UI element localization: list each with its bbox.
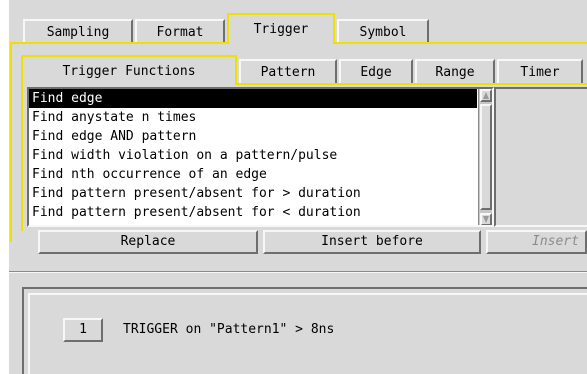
sequence-step-text[interactable]: TRIGGER on "Pattern1" > 8ns xyxy=(123,320,334,340)
list-item[interactable]: Find pattern present/absent for > durati… xyxy=(29,184,477,203)
scroll-thumb[interactable] xyxy=(480,104,492,210)
functions-listbox[interactable]: Find edge Find anystate n times Find edg… xyxy=(27,87,494,227)
tab-pattern[interactable]: Pattern xyxy=(239,59,337,85)
replace-button-label: Replace xyxy=(120,234,176,249)
tab-symbol-label: Symbol xyxy=(359,25,407,40)
list-item[interactable]: Find nth occurrence of an edge xyxy=(29,165,477,184)
tab-sampling[interactable]: Sampling xyxy=(23,19,133,44)
tab-format[interactable]: Format xyxy=(135,19,225,44)
sequence-step-number: 1 xyxy=(79,322,87,337)
insert-before-button[interactable]: Insert before xyxy=(263,230,481,254)
tab-trigger-functions-label: Trigger Functions xyxy=(62,64,196,79)
tab-trigger-functions[interactable]: Trigger Functions xyxy=(21,55,237,85)
list-item[interactable]: Find anystate n times xyxy=(29,108,477,127)
divider xyxy=(9,271,587,273)
sequence-step-number-button[interactable]: 1 xyxy=(63,318,103,342)
list-item[interactable]: Find edge AND pattern xyxy=(29,127,477,146)
tab-timer[interactable]: Timer xyxy=(497,59,583,85)
tab-trigger[interactable]: Trigger xyxy=(227,13,335,44)
scroll-up-arrow-icon[interactable] xyxy=(480,89,492,102)
list-scrollbar[interactable] xyxy=(478,89,492,225)
tab-range[interactable]: Range xyxy=(415,59,495,85)
list-item[interactable]: Find width violation on a pattern/pulse xyxy=(29,146,477,165)
scroll-down-arrow-icon[interactable] xyxy=(480,213,492,225)
insert-after-button[interactable]: Insert xyxy=(486,230,587,254)
tab-trigger-label: Trigger xyxy=(253,22,309,37)
tab-sampling-label: Sampling xyxy=(46,25,110,40)
list-item[interactable]: Find pattern present/absent for < durati… xyxy=(29,203,477,222)
tab-pattern-label: Pattern xyxy=(260,65,316,80)
insert-before-button-label: Insert before xyxy=(321,234,423,249)
tab-range-label: Range xyxy=(435,65,475,80)
tab-timer-label: Timer xyxy=(520,65,560,80)
function-preview-area xyxy=(494,87,587,227)
replace-button[interactable]: Replace xyxy=(38,230,258,254)
tab-edge-label: Edge xyxy=(360,65,392,80)
tab-format-label: Format xyxy=(156,25,204,40)
insert-after-button-label: Insert xyxy=(532,234,579,249)
tab-edge[interactable]: Edge xyxy=(339,59,413,85)
tab-symbol[interactable]: Symbol xyxy=(337,19,429,44)
list-item[interactable]: Find edge xyxy=(29,89,477,108)
